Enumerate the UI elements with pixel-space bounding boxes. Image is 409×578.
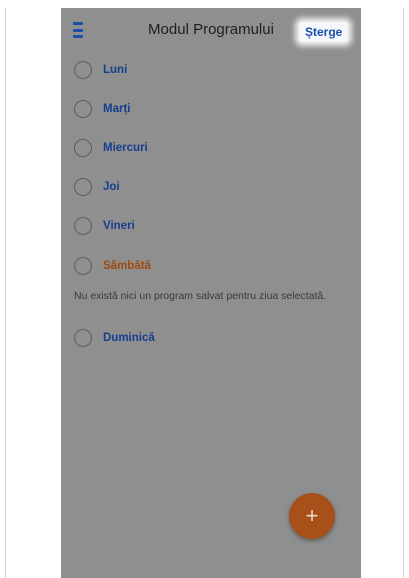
app-header: Modul Programului Șterge xyxy=(61,8,361,54)
day-item-sambata[interactable]: Sâmbătă xyxy=(74,254,151,278)
day-item-joi[interactable]: Joi xyxy=(74,175,120,199)
day-item-vineri[interactable]: Vineri xyxy=(74,214,135,238)
day-label: Joi xyxy=(103,181,120,193)
day-item-marti[interactable]: Marți xyxy=(74,97,130,121)
day-label: Miercuri xyxy=(103,142,148,154)
delete-button[interactable]: Șterge xyxy=(299,22,349,42)
day-item-miercuri[interactable]: Miercuri xyxy=(74,136,148,160)
radio-button[interactable] xyxy=(74,217,92,235)
day-item-duminica[interactable]: Duminică xyxy=(74,326,155,350)
radio-button[interactable] xyxy=(74,61,92,79)
radio-button[interactable] xyxy=(74,139,92,157)
radio-button[interactable] xyxy=(74,100,92,118)
day-label: Sâmbătă xyxy=(103,260,151,272)
day-label: Marți xyxy=(103,103,131,115)
add-schedule-button[interactable]: + xyxy=(289,493,335,539)
plus-icon: + xyxy=(305,503,319,528)
page: Modul Programului Șterge Luni Marți Mier… xyxy=(0,0,409,578)
radio-button[interactable] xyxy=(74,329,92,347)
left-divider xyxy=(5,8,6,578)
day-label: Duminică xyxy=(103,332,155,344)
radio-button[interactable] xyxy=(74,257,92,275)
app-screen: Modul Programului Șterge Luni Marți Mier… xyxy=(61,8,361,578)
day-item-luni[interactable]: Luni xyxy=(74,58,127,82)
day-label: Vineri xyxy=(103,220,135,232)
radio-button[interactable] xyxy=(74,178,92,196)
right-divider xyxy=(403,8,404,578)
day-label: Luni xyxy=(103,64,128,76)
empty-schedule-message: Nu există nici un program salvat pentru … xyxy=(74,290,327,302)
